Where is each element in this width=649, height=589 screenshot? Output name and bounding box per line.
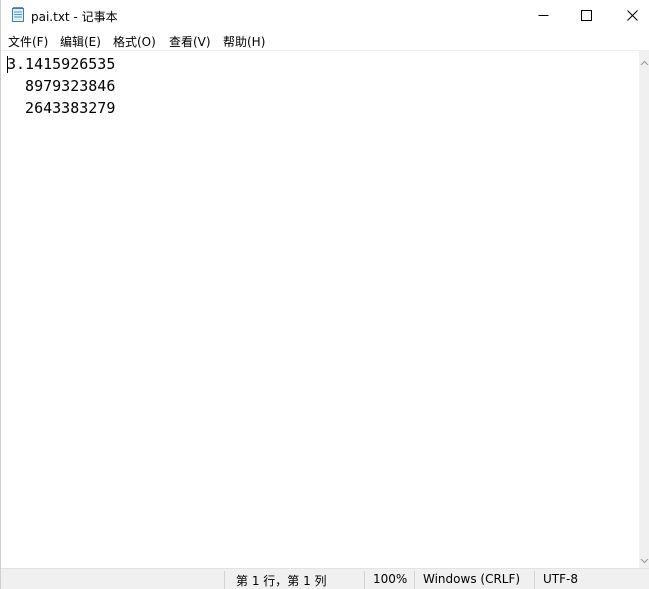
- menu-bar: 文件(F) 编辑(E) 格式(O) 查看(V) 帮助(H): [1, 30, 649, 50]
- maximize-button[interactable]: [563, 0, 609, 30]
- editor-content[interactable]: 3.1415926535 8979323846 2643383279: [7, 53, 115, 119]
- scroll-up-button[interactable]: [639, 53, 649, 67]
- status-divider: [534, 571, 535, 589]
- close-icon: [626, 6, 638, 25]
- zoom-level: 100%: [373, 572, 408, 586]
- text-line: 8979323846: [7, 77, 116, 95]
- scroll-down-button[interactable]: [639, 551, 649, 565]
- minimize-button[interactable]: [520, 0, 566, 30]
- text-editor[interactable]: 3.1415926535 8979323846 2643383279: [1, 50, 639, 568]
- maximize-icon: [580, 6, 592, 25]
- cursor-position: 第 1 行，第 1 列: [236, 574, 327, 588]
- status-divider: [414, 571, 415, 589]
- chevron-up-icon: [640, 51, 649, 70]
- menu-format[interactable]: 格式(O): [113, 33, 156, 50]
- menu-edit[interactable]: 编辑(E): [60, 33, 101, 50]
- status-divider: [224, 571, 225, 589]
- line-ending: Windows (CRLF): [423, 572, 521, 586]
- notepad-window: pai.txt - 记事本 文件(F) 编辑(E) 格式(O) 查看(V) 帮助…: [0, 0, 649, 589]
- title-bar[interactable]: pai.txt - 记事本: [1, 0, 649, 30]
- window-title: pai.txt - 记事本: [31, 10, 118, 24]
- notepad-icon: [12, 6, 24, 22]
- status-divider: [364, 571, 365, 589]
- vertical-scrollbar[interactable]: [639, 50, 649, 568]
- menu-help[interactable]: 帮助(H): [223, 33, 265, 50]
- text-caret: [7, 56, 8, 73]
- chevron-down-icon: [640, 549, 649, 568]
- menu-view[interactable]: 查看(V): [169, 33, 211, 50]
- minimize-icon: [538, 6, 549, 25]
- text-line: 3.1415926535: [7, 55, 116, 73]
- menu-file[interactable]: 文件(F): [8, 33, 48, 50]
- status-bar: 第 1 行，第 1 列 100% Windows (CRLF) UTF-8: [1, 568, 649, 589]
- text-line: 2643383279: [7, 99, 116, 117]
- close-button[interactable]: [609, 0, 649, 30]
- encoding: UTF-8: [543, 572, 578, 586]
